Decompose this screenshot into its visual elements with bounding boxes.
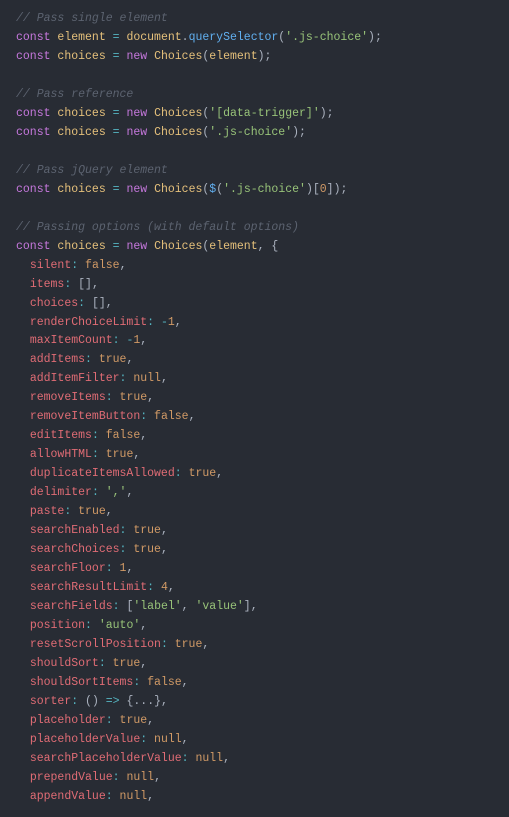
code-block: // Pass single element const element = d… xyxy=(16,10,493,807)
code-comment: // Pass single element xyxy=(16,12,168,25)
code-comment: // Passing options (with default options… xyxy=(16,221,299,234)
code-comment: // Pass reference xyxy=(16,88,133,101)
code-comment: // Pass jQuery element xyxy=(16,164,168,177)
